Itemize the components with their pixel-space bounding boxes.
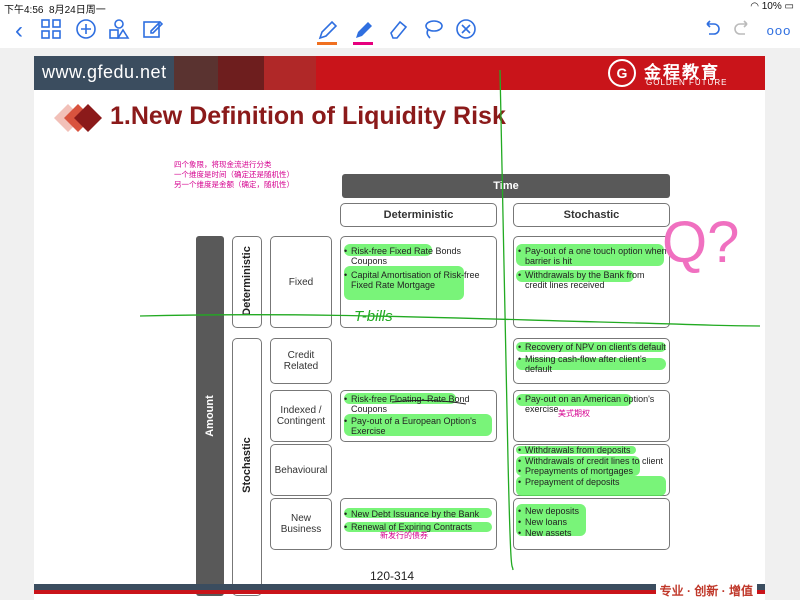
redo-icon[interactable] — [730, 18, 756, 44]
cell-text-new-business-sto: New deposits New loans New assets — [518, 506, 668, 539]
cell-text-fixed-sto: Pay-out of a one touch option when barri… — [518, 246, 668, 291]
cell-text-behavioural-sto: Withdrawals from deposits Withdrawals of… — [518, 445, 668, 488]
cell-text-credit-sto: Recovery of NPV on client's defaultMissi… — [518, 342, 668, 375]
document-view[interactable]: www.gfedu.net G 金程教育 GOLDEN FUTURE 1.New… — [0, 48, 800, 600]
slide-footer: 专业 · 创新 · 增值 — [34, 582, 765, 600]
row-label-fixed: Fixed — [270, 236, 332, 328]
status-battery: ◠ 10% ▭ — [750, 1, 794, 12]
col-header-stochastic: Stochastic — [513, 203, 670, 227]
handwritten-notes: 四个象限，将现金流进行分类 一个维度是时间（确定还是随机性） 另一个维度是金额（… — [174, 160, 294, 189]
row-label-indexed: Indexed / Contingent — [270, 390, 332, 442]
annotation-toolbar: ‹ ooo — [0, 14, 800, 48]
slide-title: 1.New Definition of Liquidity Risk — [110, 102, 506, 130]
company-logo: G 金程教育 GOLDEN FUTURE — [602, 58, 764, 88]
time-header: Time — [342, 174, 670, 198]
wifi-icon: ◠ — [750, 1, 759, 12]
cell-text-indexed-det: Risk-free Floating- Rate Bond CouponsPay… — [344, 394, 494, 437]
footer-slogan: 专业 · 创新 · 增值 — [655, 582, 757, 599]
grid-icon[interactable] — [38, 18, 64, 44]
battery-icon: ▭ — [784, 1, 794, 12]
row-label-credit: Credit Related — [270, 338, 332, 384]
cell-text-indexed-sto: Pay-out on an American option's exercise — [518, 394, 668, 415]
undo-icon[interactable] — [698, 18, 724, 44]
row-header-deterministic: Deterministic — [232, 236, 262, 328]
status-bar: 下午4:56 8月24日周一 ◠ 10% ▭ — [0, 0, 800, 16]
shapes-icon[interactable] — [106, 18, 132, 44]
website-url: www.gfedu.net — [42, 62, 167, 82]
row-header-stochastic: Stochastic — [232, 338, 262, 596]
eraser-icon[interactable] — [385, 18, 411, 44]
back-icon[interactable]: ‹ — [6, 18, 32, 44]
lasso-icon[interactable] — [420, 18, 446, 44]
close-icon[interactable] — [453, 18, 479, 44]
annotation-american-option: 美式期权 — [558, 409, 590, 418]
title-diamonds-icon — [54, 104, 102, 132]
highlighter-icon[interactable] — [350, 18, 376, 45]
row-label-behavioural: Behavioural — [270, 444, 332, 496]
slide-page: www.gfedu.net G 金程教育 GOLDEN FUTURE 1.New… — [34, 56, 765, 600]
edit-icon[interactable] — [140, 18, 166, 44]
page-number: 120-314 — [370, 569, 415, 583]
row-label-new-business: New Business — [270, 498, 332, 550]
more-icon[interactable]: ooo — [762, 18, 796, 44]
add-icon[interactable] — [73, 18, 99, 44]
amount-header: Amount — [196, 236, 224, 596]
logo-seal-icon: G — [608, 59, 636, 87]
col-header-deterministic: Deterministic — [340, 203, 497, 227]
slide-banner: www.gfedu.net G 金程教育 GOLDEN FUTURE — [34, 56, 765, 90]
pen-icon[interactable] — [314, 18, 340, 45]
cell-text-fixed-det: Risk-free Fixed Rate Bonds CouponsCapita… — [344, 246, 494, 291]
annotation-new-debt: 新发行的债券 — [380, 531, 428, 540]
